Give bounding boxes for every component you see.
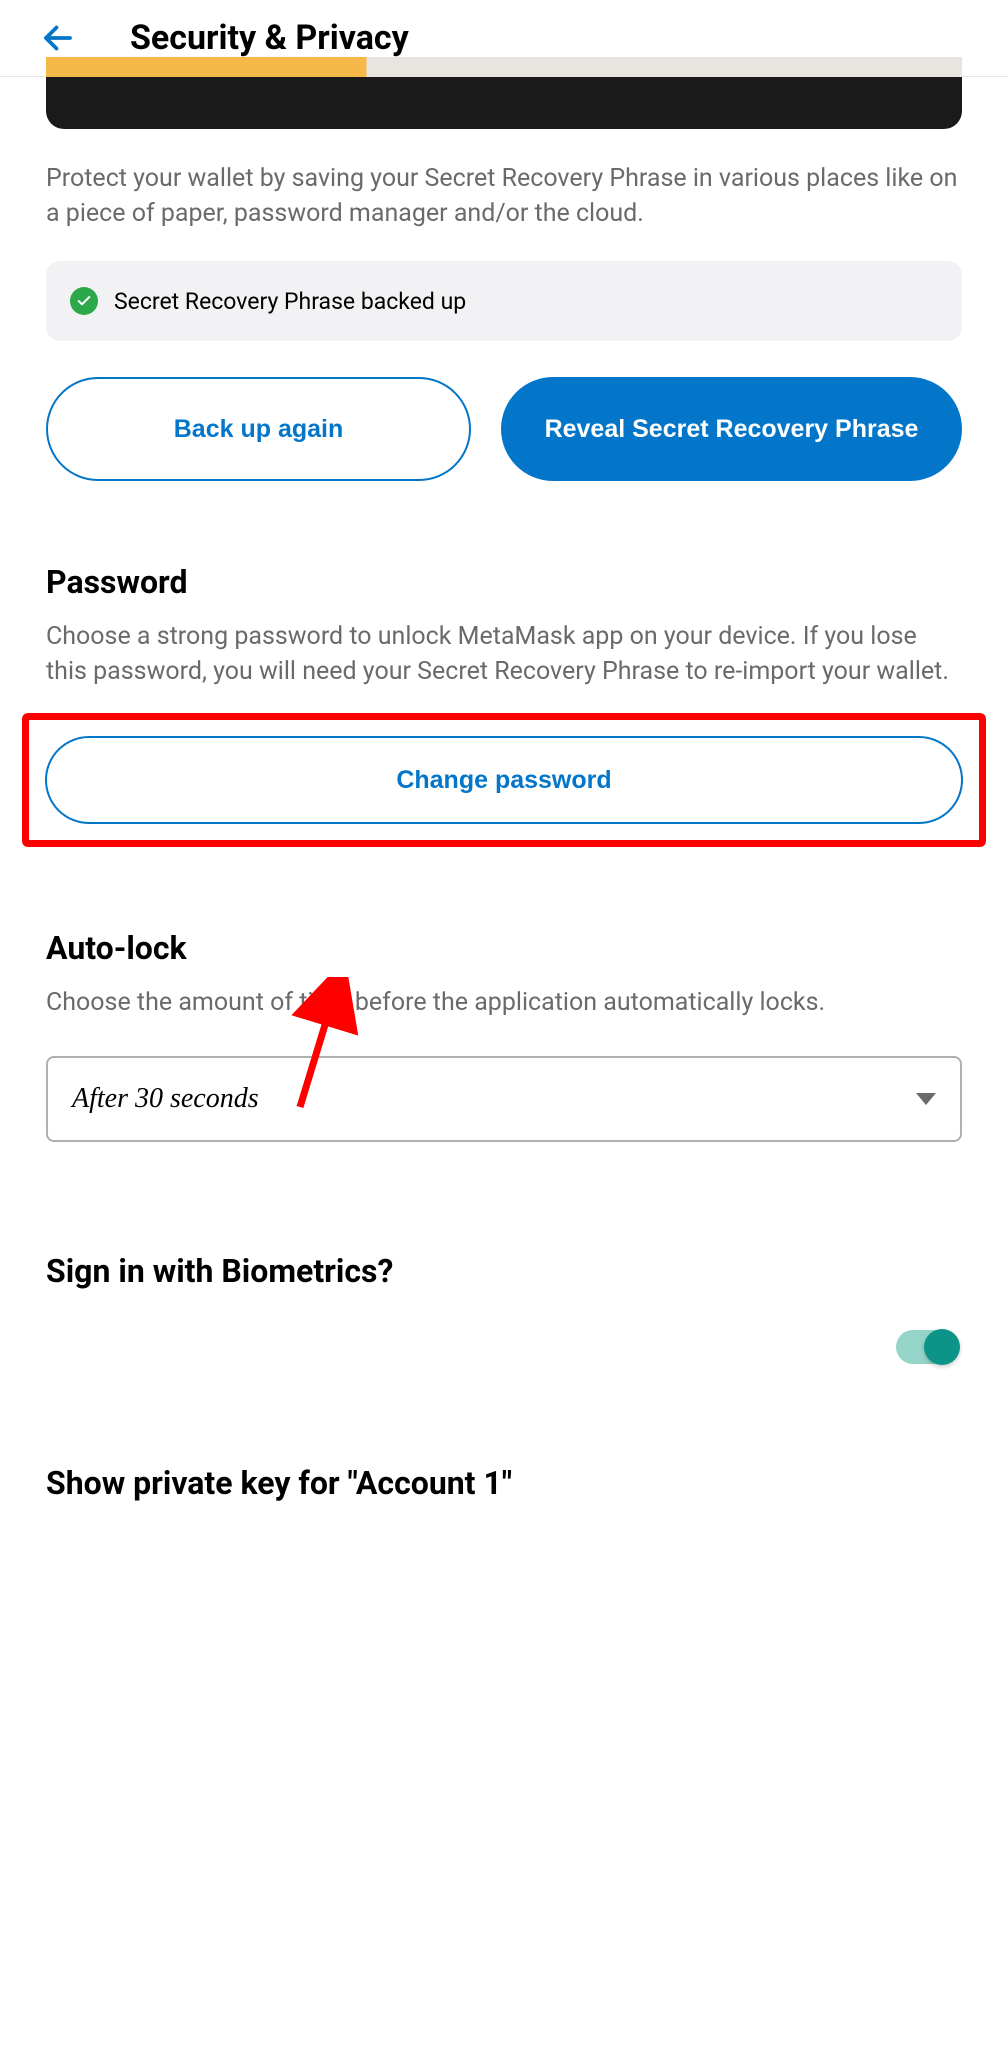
autolock-select[interactable]: After 30 seconds xyxy=(46,1056,962,1142)
autolock-selected-value: After 30 seconds xyxy=(72,1083,259,1115)
chevron-down-icon xyxy=(916,1093,936,1105)
recovery-phrase-description: Protect your wallet by saving your Secre… xyxy=(46,161,962,231)
backup-status-text: Secret Recovery Phrase backed up xyxy=(114,288,466,315)
autolock-title: Auto-lock xyxy=(46,929,962,967)
backup-again-button[interactable]: Back up again xyxy=(46,377,471,481)
password-title: Password xyxy=(46,563,962,601)
private-key-title: Show private key for "Account 1" xyxy=(46,1464,962,1502)
biometrics-title: Sign in with Biometrics? xyxy=(46,1252,962,1290)
toggle-knob xyxy=(924,1329,960,1365)
main-content: Protect your wallet by saving your Secre… xyxy=(0,77,1008,1502)
highlight-annotation: Change password xyxy=(22,713,986,847)
back-button[interactable] xyxy=(38,18,78,58)
page-title: Security & Privacy xyxy=(130,18,409,58)
password-section: Password Choose a strong password to unl… xyxy=(46,563,962,847)
biometrics-toggle[interactable] xyxy=(896,1330,958,1364)
backup-status-card: Secret Recovery Phrase backed up xyxy=(46,261,962,341)
biometrics-toggle-row xyxy=(46,1330,962,1364)
arrow-left-icon xyxy=(40,20,76,56)
private-key-section: Show private key for "Account 1" xyxy=(46,1464,962,1502)
change-password-button[interactable]: Change password xyxy=(45,736,963,824)
autolock-section: Auto-lock Choose the amount of time befo… xyxy=(46,929,962,1142)
password-description: Choose a strong password to unlock MetaM… xyxy=(46,619,962,689)
check-circle-icon xyxy=(70,287,98,315)
biometrics-section: Sign in with Biometrics? xyxy=(46,1252,962,1364)
media-preview-bar xyxy=(46,77,962,129)
recovery-button-row: Back up again Reveal Secret Recovery Phr… xyxy=(46,377,962,481)
autolock-description: Choose the amount of time before the app… xyxy=(46,985,962,1020)
reveal-recovery-phrase-button[interactable]: Reveal Secret Recovery Phrase xyxy=(501,377,962,481)
